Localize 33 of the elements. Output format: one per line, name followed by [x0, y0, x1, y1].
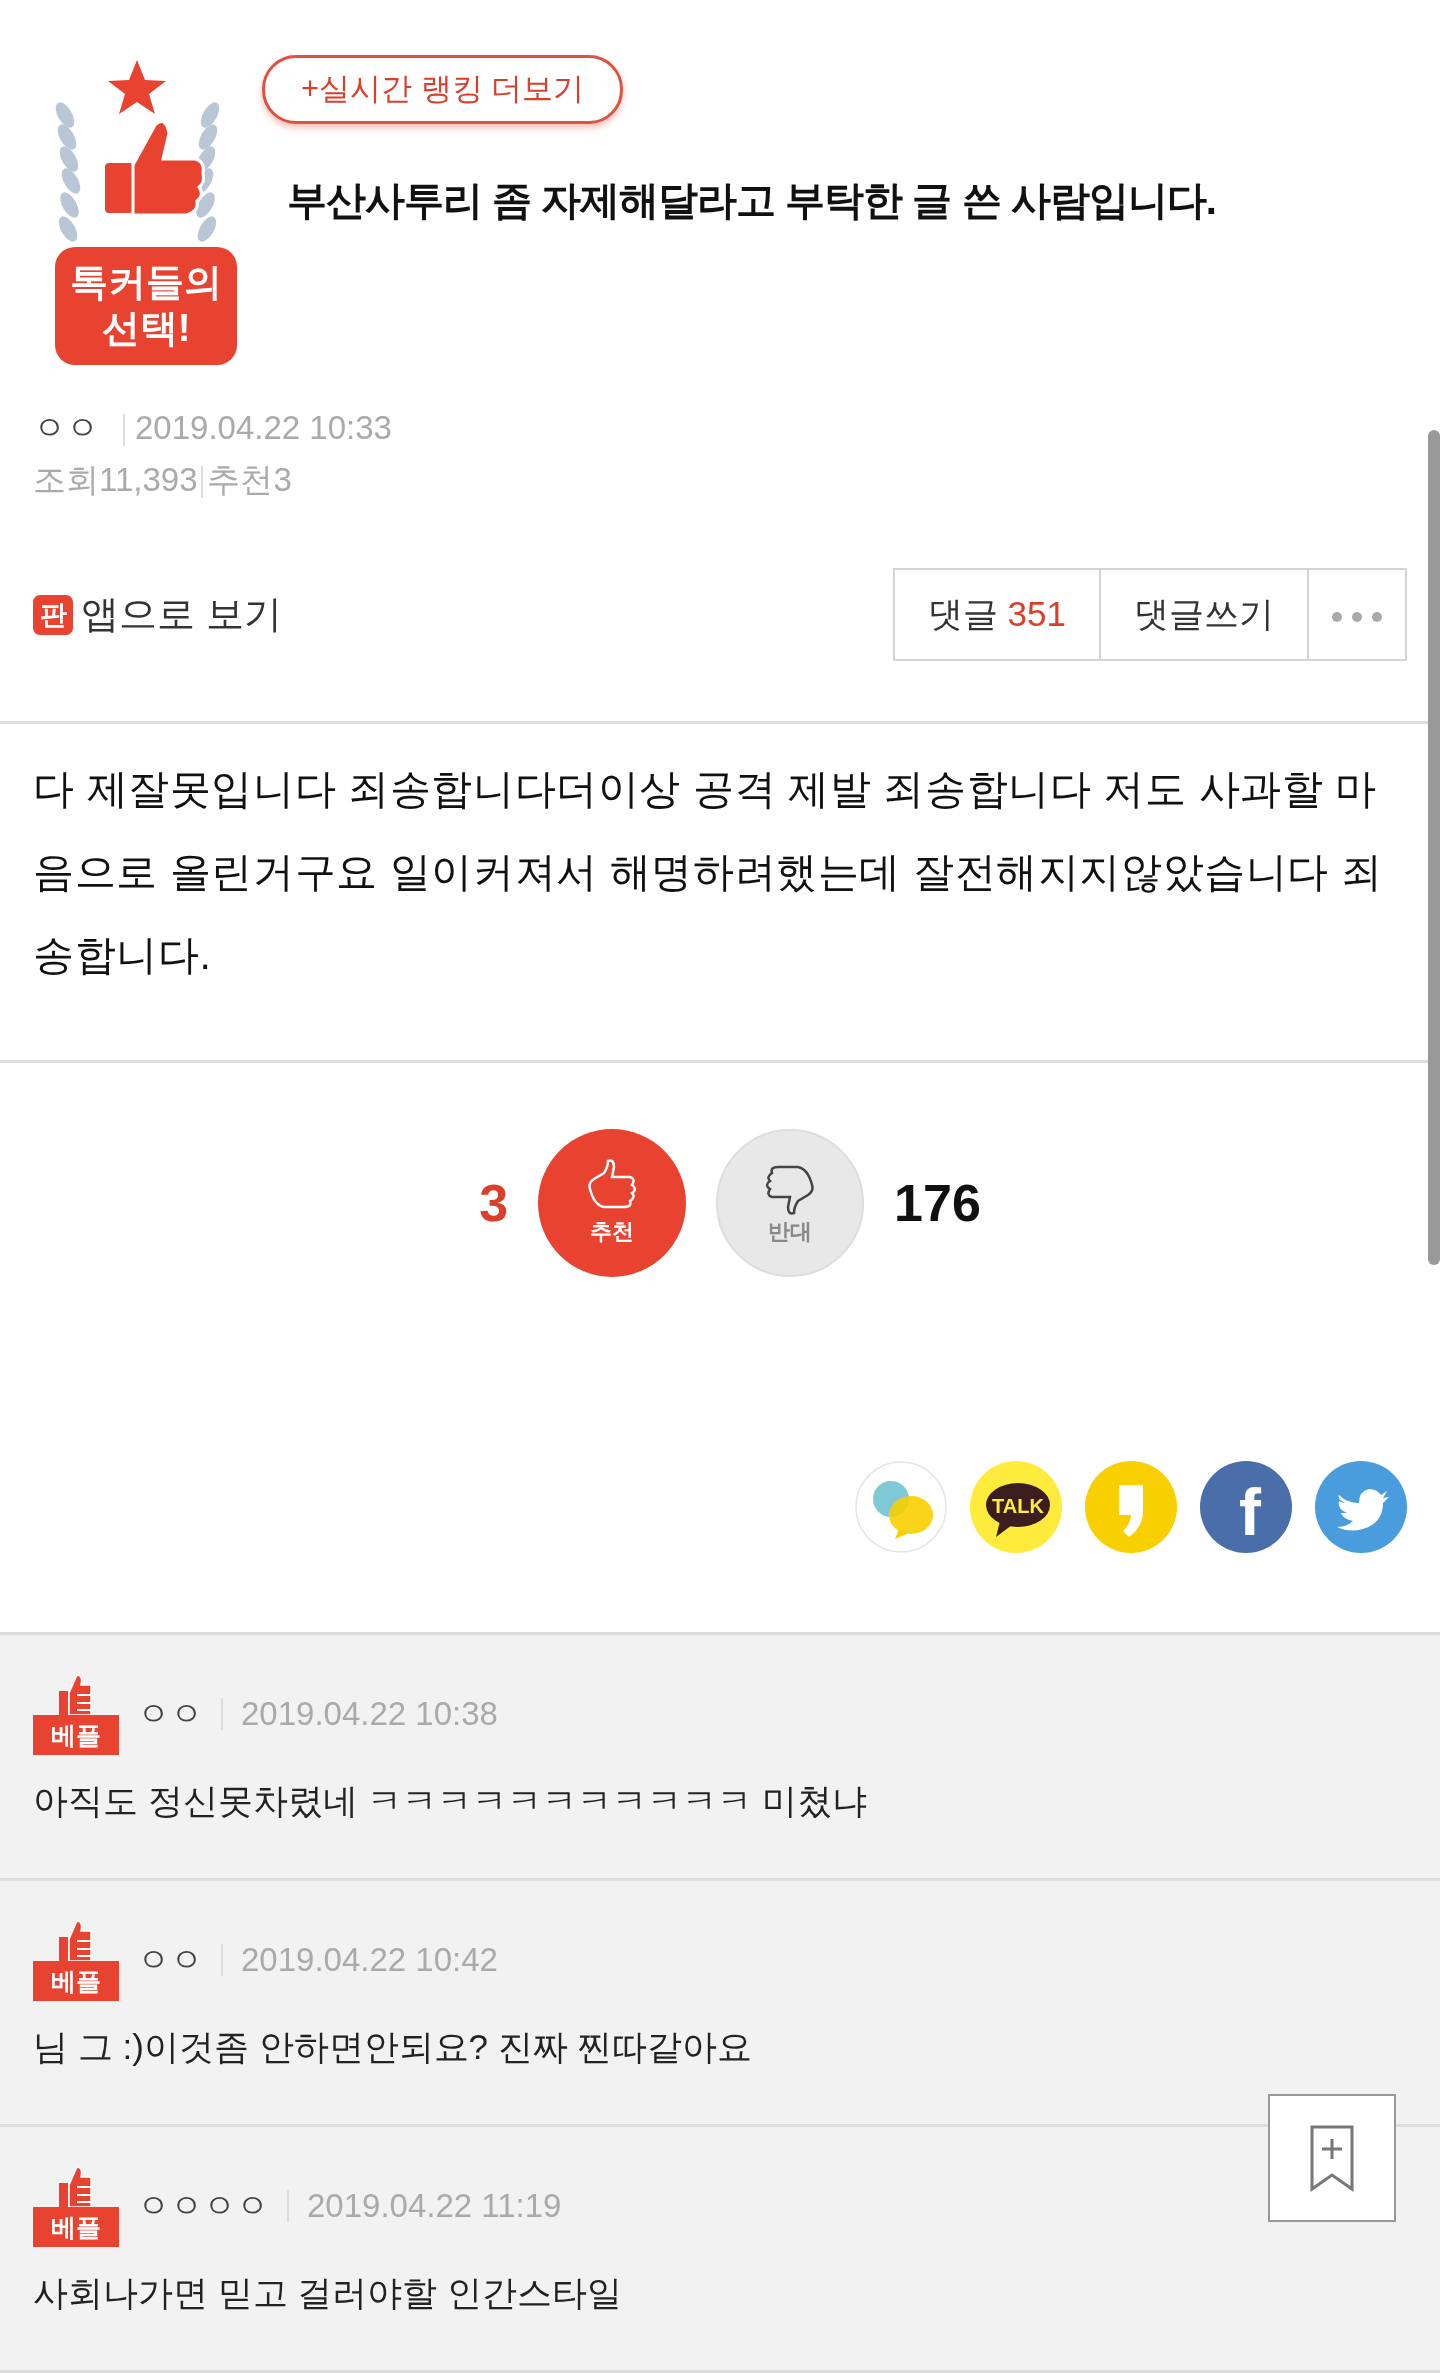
oppose-button[interactable]: 반대 — [716, 1129, 865, 1277]
bird-icon[interactable] — [1315, 1461, 1407, 1553]
facebook-icon[interactable]: f — [1200, 1461, 1292, 1553]
scrollbar[interactable] — [1428, 430, 1440, 1265]
comment-author: ㅇㅇㅇㅇ — [137, 2186, 269, 2227]
comment-text: 사회나가면 믿고 걸러야할 인간스타일 — [33, 2272, 624, 2314]
chat-bubbles-icon[interactable] — [855, 1461, 947, 1553]
comment-author: ㅇㅇ — [137, 1694, 203, 1735]
comment-date: 2019.04.22 10:38 — [241, 1694, 498, 1735]
app-link[interactable]: 앱으로 보기 — [81, 586, 282, 643]
recommend-button[interactable]: 추천 — [538, 1129, 687, 1277]
talk-icon[interactable]: TALK — [970, 1461, 1062, 1553]
post-date: 2019.04.22 10:33 — [135, 409, 392, 446]
post-title: 부산사투리 좀 자제해달라고 부탁한 글 쓴 사람입니다. — [287, 176, 1216, 224]
best-comment-badge: 베플 — [33, 1673, 119, 1755]
comment-date: 2019.04.22 10:42 — [241, 1940, 498, 1981]
recommend-count: 추천3 — [207, 461, 292, 498]
oppose-count: 176 — [894, 1173, 981, 1234]
comma-icon[interactable] — [1085, 1461, 1177, 1553]
app-icon[interactable]: 판 — [33, 594, 73, 635]
best-comment-badge: 베플 — [33, 1919, 119, 2001]
comment-author: ㅇㅇ — [137, 1940, 203, 1981]
bookmark-add-button[interactable] — [1268, 2094, 1396, 2222]
ranking-link[interactable]: +실시간 랭킹 더보기 — [262, 55, 624, 124]
comment-date: 2019.04.22 11:19 — [307, 2186, 562, 2227]
post-author: ㅇㅇ — [33, 409, 99, 446]
upvote-count: 3 — [479, 1173, 509, 1234]
post-body: 다 제잘못입니다 죄송합니다더이상 공격 제발 죄송합니다 저도 사과할 마음으로 올린거구요 일이커져서 해명하려했는데 잘전해지지않았습니다 죄송합니다. — [32, 765, 1384, 980]
comment-text: 아직도 정신못차렸네 ㅋㅋㅋㅋㅋㅋㅋㅋㅋㅋㅋ 미쳤냐 — [33, 1780, 869, 1822]
best-comment-badge: 베플 — [33, 2165, 119, 2247]
award-label: 톡커들의 선택! — [55, 247, 237, 365]
view-count: 조회11,393 — [33, 461, 198, 498]
comment-text: 님 그 :)이것좀 안하면안되요? 진짜 찐따같아요 — [33, 2026, 754, 2068]
